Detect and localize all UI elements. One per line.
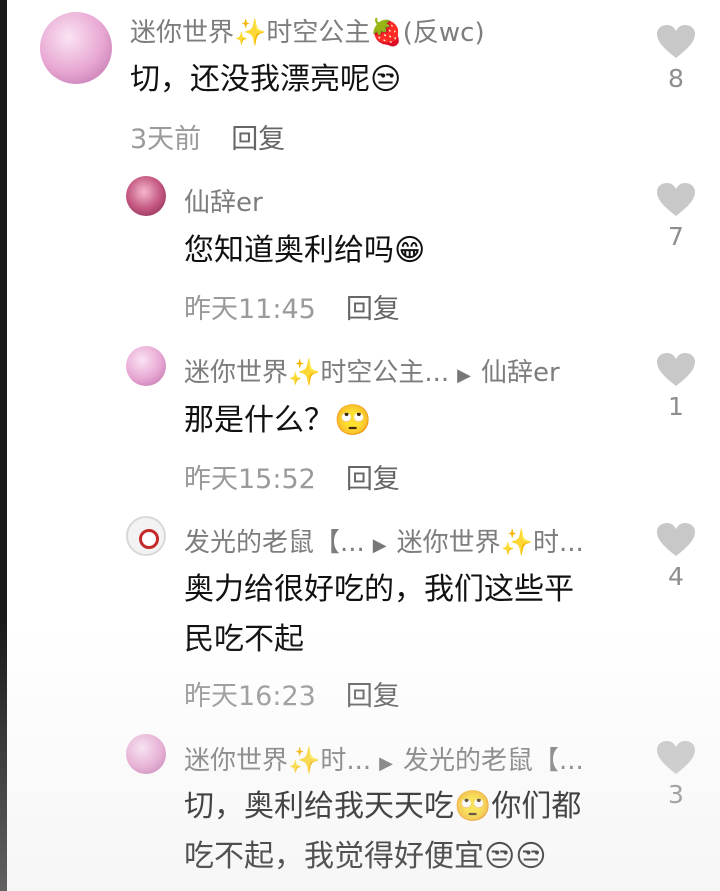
avatar[interactable] bbox=[126, 346, 166, 386]
heart-icon[interactable] bbox=[657, 183, 695, 217]
comment-text: 切，奥利给我天天吃🙄你们都 吃不起，我觉得好便宜😒😒 bbox=[184, 789, 582, 874]
reply-to-author[interactable]: 发光的老鼠【... bbox=[403, 746, 584, 776]
comment-author[interactable]: 迷你世界✨时空公主🍓(反wc) bbox=[130, 12, 485, 49]
comment-author[interactable]: 仙辞er bbox=[184, 182, 263, 219]
comment-author[interactable]: 迷你世界✨时空公主... bbox=[184, 358, 449, 388]
comment-time: 昨天15:52 bbox=[184, 464, 316, 495]
like-count: 3 bbox=[668, 780, 684, 809]
like-count: 1 bbox=[668, 392, 684, 421]
triangle-right-icon: ▶ bbox=[457, 365, 472, 386]
heart-icon[interactable] bbox=[657, 523, 695, 557]
reply-to-author[interactable]: 仙辞er bbox=[481, 358, 560, 388]
comment-text: 那是什么？🙄 bbox=[184, 403, 372, 438]
heart-icon[interactable] bbox=[657, 353, 695, 387]
reply-to-author[interactable]: 迷你世界✨时... bbox=[397, 528, 584, 558]
avatar[interactable] bbox=[126, 516, 166, 556]
like-count: 8 bbox=[668, 64, 684, 93]
triangle-right-icon: ▶ bbox=[372, 535, 387, 556]
comment-time: 3天前 bbox=[130, 124, 202, 155]
comment-author[interactable]: 迷你世界✨时... bbox=[184, 746, 371, 776]
like-count: 4 bbox=[668, 562, 684, 591]
avatar[interactable] bbox=[126, 734, 166, 774]
comment-time: 昨天11:45 bbox=[184, 294, 316, 325]
comment-author[interactable]: 发光的老鼠【... bbox=[184, 528, 365, 558]
reply-button[interactable]: 回复 bbox=[346, 681, 400, 712]
reply-button[interactable]: 回复 bbox=[231, 124, 285, 155]
avatar[interactable] bbox=[40, 12, 112, 84]
reply-button[interactable]: 回复 bbox=[346, 464, 400, 495]
comment-text: 您知道奥利给吗😁 bbox=[184, 233, 426, 268]
reply-button[interactable]: 回复 bbox=[346, 294, 400, 325]
comment-text: 切，还没我漂亮呢😒 bbox=[130, 62, 402, 97]
heart-icon[interactable] bbox=[657, 25, 695, 59]
avatar[interactable] bbox=[126, 176, 166, 216]
like-count: 7 bbox=[668, 222, 684, 251]
triangle-right-icon: ▶ bbox=[379, 753, 394, 774]
left-edge bbox=[0, 0, 7, 891]
comment-time: 昨天16:23 bbox=[184, 681, 316, 712]
comment-text: 奥力给很好吃的，我们这些平 民吃不起 bbox=[184, 572, 574, 657]
heart-icon[interactable] bbox=[657, 741, 695, 775]
